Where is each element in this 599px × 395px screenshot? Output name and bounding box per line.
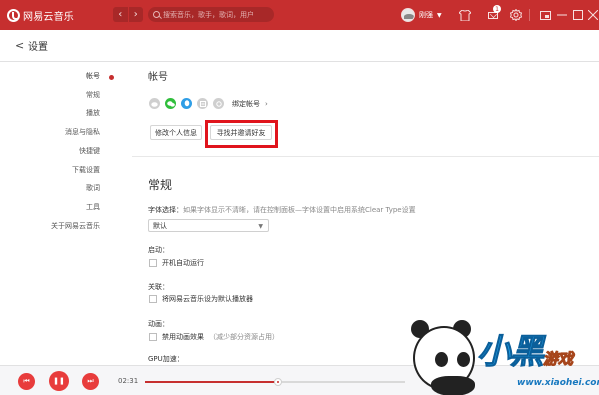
disable-animation-checkbox[interactable] xyxy=(149,333,157,341)
disable-animation-option[interactable]: 禁用动画效果 （减少部分资源占用） xyxy=(149,332,279,342)
progress-knob[interactable] xyxy=(273,378,282,386)
active-indicator-dot xyxy=(109,75,114,80)
gear-icon[interactable] xyxy=(509,8,523,22)
disable-animation-hint: （减少部分资源占用） xyxy=(209,333,279,341)
sidebar-item-about[interactable]: 关于网易云音乐 xyxy=(51,221,100,231)
app-logo[interactable]: 网易云音乐 xyxy=(7,7,74,23)
sidebar-item-general[interactable]: 常规 xyxy=(86,90,100,100)
default-player-label: 将网易云音乐设为默认播放器 xyxy=(162,295,253,303)
sidebar-item-lyrics[interactable]: 歌词 xyxy=(86,183,100,193)
mini-mode-icon[interactable] xyxy=(538,8,552,22)
bind-account-link[interactable]: 绑定帐号 xyxy=(232,99,260,109)
autostart-option[interactable]: 开机自动运行 xyxy=(149,258,204,268)
social-bind-row: 绑定帐号 › xyxy=(149,98,268,109)
search-icon[interactable] xyxy=(153,11,160,18)
edit-profile-button[interactable]: 修改个人信息 xyxy=(150,125,202,140)
wechat-icon[interactable] xyxy=(165,98,176,109)
pause-button[interactable]: ❚❚ xyxy=(49,371,69,391)
minimize-icon[interactable] xyxy=(555,8,569,22)
page-title: 设置 xyxy=(28,42,48,53)
font-label-text: 字体选择： xyxy=(148,206,183,214)
back-chevron-icon[interactable]: < xyxy=(15,39,24,52)
font-setting-label: 字体选择：如果字体显示不清晰，请在控制面板—字体设置中启用系统Clear Typ… xyxy=(148,205,588,215)
sidebar-item-playback[interactable]: 播放 xyxy=(86,108,100,118)
app-name: 网易云音乐 xyxy=(23,11,74,23)
progress-bar[interactable] xyxy=(145,378,405,386)
title-bar: 网易云音乐 ‹ › 刚强 ▼ 1 xyxy=(0,0,599,30)
search-box xyxy=(148,7,274,22)
sidebar-item-download[interactable]: 下载设置 xyxy=(72,165,100,175)
douban-icon[interactable] xyxy=(197,98,208,109)
section-divider xyxy=(132,156,599,157)
sidebar-item-messages-privacy[interactable]: 消息与隐私 xyxy=(65,127,100,137)
chevron-down-icon[interactable]: ▼ xyxy=(437,12,442,19)
maximize-icon[interactable] xyxy=(571,8,585,22)
elapsed-time: 02:31 xyxy=(118,377,139,385)
skin-icon[interactable] xyxy=(458,8,472,22)
netease-music-logo-icon xyxy=(7,8,20,22)
default-player-checkbox[interactable] xyxy=(149,295,157,303)
font-hint-text: 如果字体显示不清晰，请在控制面板—字体设置中启用系统Clear Type设置 xyxy=(183,206,416,214)
default-player-option[interactable]: 将网易云音乐设为默认播放器 xyxy=(149,294,253,304)
avatar[interactable] xyxy=(401,8,415,22)
disable-animation-label: 禁用动画效果 xyxy=(162,333,204,341)
settings-header: < 设置 xyxy=(0,30,599,62)
username[interactable]: 刚强 xyxy=(419,10,433,20)
chevron-right-icon[interactable]: › xyxy=(265,100,268,108)
settings-sidebar: 帐号 常规 播放 消息与隐私 快捷键 下载设置 歌词 工具 关于网易云音乐 xyxy=(0,62,132,365)
netease-icon[interactable] xyxy=(213,98,224,109)
association-label: 关联： xyxy=(148,283,169,291)
user-menu[interactable]: 刚强 ▼ xyxy=(401,7,442,23)
autostart-checkbox[interactable] xyxy=(149,259,157,267)
weibo-icon[interactable] xyxy=(149,98,160,109)
font-select-value: 默认 xyxy=(153,221,167,230)
qq-icon[interactable] xyxy=(181,98,192,109)
next-track-button[interactable]: ⏭ xyxy=(82,373,99,390)
progress-fill xyxy=(145,381,278,383)
startup-label: 启动： xyxy=(148,246,169,254)
animation-label: 动画： xyxy=(148,320,169,328)
gpu-acceleration-label: GPU加速： xyxy=(148,355,184,363)
sidebar-item-account[interactable]: 帐号 xyxy=(86,71,100,81)
settings-content: 帐号 绑定帐号 › 修改个人信息 寻找并邀请好友 常规 字体选择：如果字体显示不… xyxy=(132,62,599,365)
sidebar-item-tools[interactable]: 工具 xyxy=(86,202,100,212)
chevron-down-icon: ▼ xyxy=(258,223,263,230)
message-count-badge: 1 xyxy=(493,5,501,13)
player-bar: ⏮ ❚❚ ⏭ 02:31 xyxy=(0,365,599,395)
sidebar-item-shortcuts[interactable]: 快捷键 xyxy=(79,146,100,156)
section-title-account: 帐号 xyxy=(148,72,168,83)
invite-highlight-box xyxy=(205,120,278,148)
search-input[interactable] xyxy=(163,10,273,19)
section-title-general: 常规 xyxy=(148,178,173,192)
titlebar-separator xyxy=(529,9,530,21)
history-nav: ‹ › xyxy=(113,7,143,22)
font-select[interactable]: 默认 ▼ xyxy=(148,219,269,232)
back-button[interactable]: ‹ xyxy=(113,7,129,22)
forward-button[interactable]: › xyxy=(129,7,144,22)
previous-track-button[interactable]: ⏮ xyxy=(18,373,35,390)
autostart-label: 开机自动运行 xyxy=(162,259,204,267)
close-icon[interactable] xyxy=(586,8,599,22)
